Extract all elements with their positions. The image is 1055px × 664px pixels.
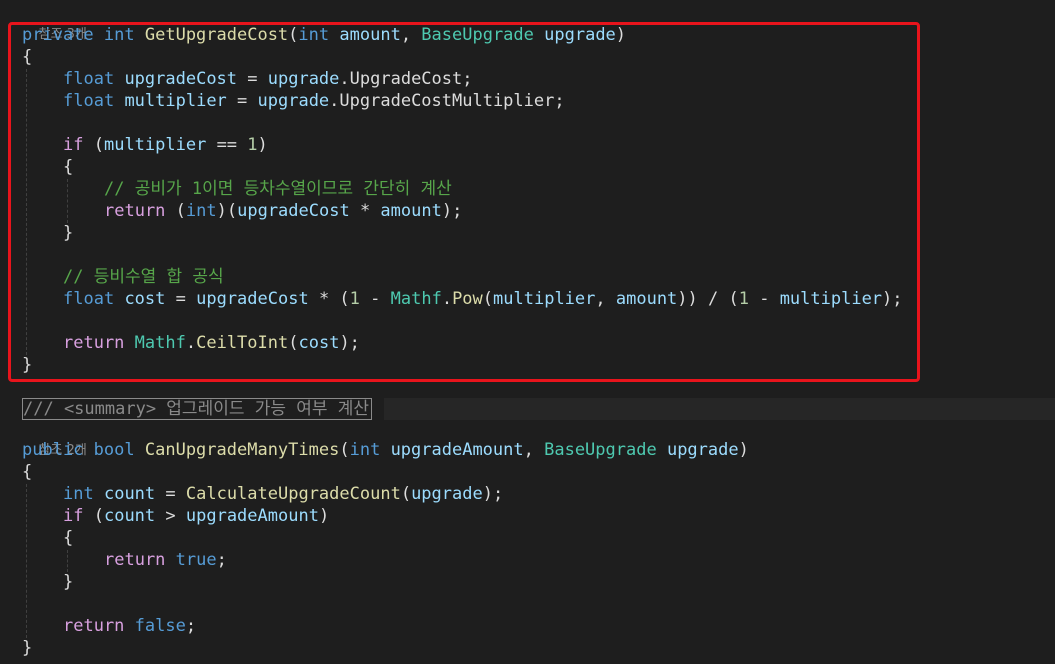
method-name: CalculateUpgradeCount bbox=[185, 484, 401, 504]
code-line[interactable]: } bbox=[63, 571, 1055, 593]
type-name: BaseUpgrade bbox=[544, 440, 657, 460]
keyword: int bbox=[63, 484, 94, 504]
parameter: upgrade bbox=[666, 440, 739, 460]
code-line[interactable]: } bbox=[22, 637, 1055, 659]
code-line[interactable]: int count = CalculateUpgradeCount(upgrad… bbox=[63, 483, 1055, 505]
keyword: int bbox=[349, 440, 381, 460]
keyword: true bbox=[175, 550, 217, 570]
variable: count bbox=[103, 484, 156, 504]
keyword: false bbox=[134, 616, 186, 636]
brace: { bbox=[22, 462, 33, 482]
highlight-box bbox=[8, 22, 920, 382]
code-line[interactable]: public bool CanUpgradeManyTimes(int upgr… bbox=[22, 439, 1055, 461]
reference-count[interactable]: 참조 3개 bbox=[22, 2, 1055, 42]
code-line[interactable]: { bbox=[22, 461, 1055, 483]
variable: upgrade bbox=[411, 484, 483, 504]
brace: { bbox=[63, 528, 74, 548]
control-keyword: if bbox=[63, 506, 84, 526]
indent-guide bbox=[67, 550, 68, 572]
keyword: public bbox=[22, 440, 84, 460]
code-editor[interactable]: 참조 3개 private int GetUpgradeCost(int amo… bbox=[0, 0, 1055, 664]
brace: } bbox=[63, 572, 74, 592]
code-line[interactable]: return false; bbox=[63, 615, 1055, 637]
code-line[interactable]: { bbox=[63, 527, 1055, 549]
code-line[interactable]: /// <summary> 업그레이드 가능 여부 계산 bbox=[22, 398, 1055, 420]
variable: count bbox=[103, 506, 156, 526]
code-line[interactable]: if (count > upgradeAmount) bbox=[63, 505, 1055, 527]
parameter: upgradeAmount bbox=[390, 440, 524, 460]
reference-count[interactable]: 참조 2개 bbox=[22, 418, 1055, 458]
collapsed-doc-comment[interactable]: /// <summary> 업그레이드 가능 여부 계산 bbox=[22, 398, 373, 420]
variable: upgradeAmount bbox=[185, 506, 319, 526]
code-line[interactable]: return true; bbox=[104, 549, 1055, 571]
keyword: bool bbox=[93, 440, 135, 460]
brace: } bbox=[22, 638, 33, 658]
indent-guide bbox=[26, 484, 27, 638]
control-keyword: return bbox=[63, 616, 125, 636]
method-name: CanUpgradeManyTimes bbox=[144, 440, 340, 460]
control-keyword: return bbox=[104, 550, 166, 570]
